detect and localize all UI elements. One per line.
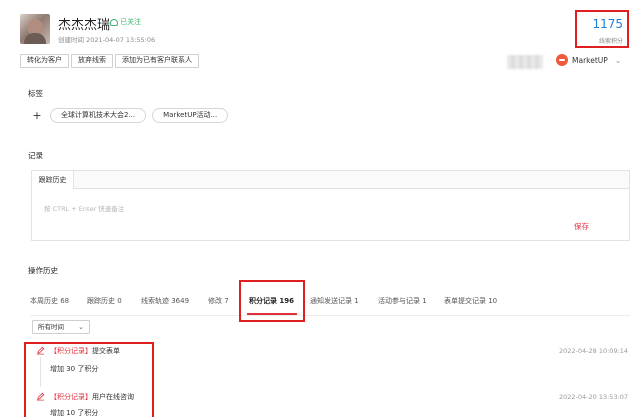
action-toolbar: 转化为客户 放弃线索 添加为已有客户联系人 [20,54,199,68]
follow-label: 已关注 [120,18,141,26]
notes-section-title: 记录 [28,151,43,160]
active-tab-highlight [239,280,305,322]
tab-tracking-history[interactable]: 跟踪历史 0 [87,296,122,306]
lead-score-label: 线索积分 [598,38,623,45]
tag-item[interactable]: 全球计算机技术大会2... [50,108,147,123]
tab-notification-records[interactable]: 通知发送记录 1 [310,296,359,306]
note-tabbar: 跟踪历史 [32,171,629,189]
add-tag-button[interactable]: + [30,109,44,122]
follow-icon [110,18,118,26]
tag-item[interactable]: MarketUP活动... [152,108,229,123]
tags-section-title: 标签 [28,89,43,98]
lead-header: 杰杰杰瑞 已关注 创建时间 2021-04-07 13:55:06 转化为客户 … [0,0,640,78]
add-as-contact-button[interactable]: 添加为已有客户联系人 [115,54,199,68]
lead-name: 杰杰杰瑞 [58,18,111,33]
created-value: 2021-04-07 13:55:06 [86,36,156,44]
blurred-owner [507,55,543,69]
lead-score-value[interactable]: 1175 [577,17,627,31]
tag-list: + 全球计算机技术大会2... MarketUP活动... [30,108,229,123]
abandon-lead-button[interactable]: 放弃线索 [71,54,113,68]
avatar[interactable] [20,14,50,44]
tab-activity-records[interactable]: 活动参与记录 1 [378,296,427,306]
tab-form-records[interactable]: 表单提交记录 10 [444,296,497,306]
chevron-down-icon: ⌄ [614,55,622,65]
convert-to-customer-button[interactable]: 转化为客户 [20,54,69,68]
tabs-divider [30,315,630,316]
tab-modifications[interactable]: 修改 7 [208,296,229,306]
brand-name: MarketUP [572,55,608,65]
note-input[interactable]: 按 CTRL + Enter 快速备注 [44,203,124,213]
lead-score-panel: 1175 线索积分 [575,10,629,48]
history-section-title: 操作历史 [28,266,58,275]
brand-selector[interactable]: MarketUP ⌄ [556,54,622,66]
tab-tracking-history[interactable]: 跟踪历史 [32,171,74,189]
save-button[interactable]: 保存 [574,221,589,232]
record-time: 2022-04-20 13:53:07 [559,393,629,401]
tab-weekly-history[interactable]: 本周历史 68 [30,296,69,306]
time-filter-select[interactable]: 所有时间 ⌄ [32,320,90,334]
follow-status[interactable]: 已关注 [110,17,141,27]
record-time: 2022-04-28 10:09:14 [559,347,629,355]
time-filter-value: 所有时间 [38,323,64,331]
chevron-down-icon: ⌄ [78,323,84,331]
history-tabs: 本周历史 68 跟踪历史 0 线索轨迹 3649 修改 7 积分记录 196 通… [30,296,630,314]
tab-lead-trail[interactable]: 线索轨迹 3649 [141,296,189,306]
created-label: 创建时间 [58,36,84,44]
created-time: 创建时间 2021-04-07 13:55:06 [58,34,155,44]
note-editor: 跟踪历史 按 CTRL + Enter 快速备注 保存 [31,170,630,241]
marketup-logo-icon [556,54,568,66]
records-highlight [24,342,154,417]
